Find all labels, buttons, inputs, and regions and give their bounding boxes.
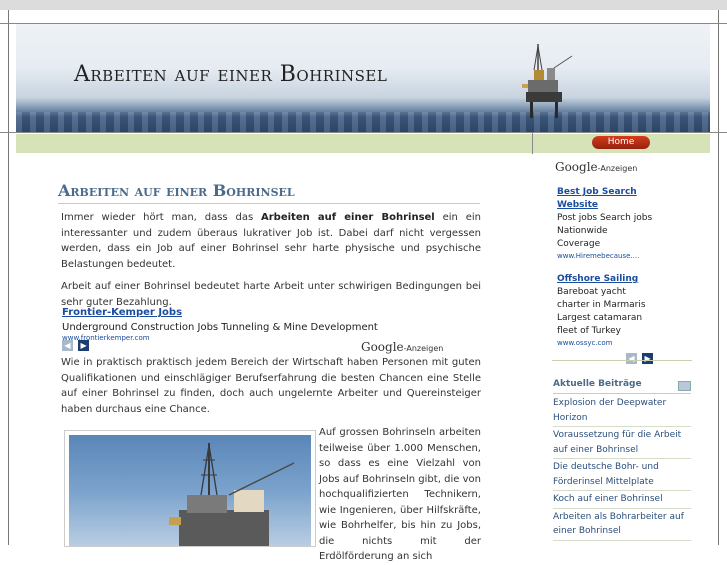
inline-google-ads-label[interactable]: Google-Anzeigen xyxy=(361,340,443,354)
main-content: Arbeiten auf einer Bohrinsel Immer wiede… xyxy=(58,177,482,310)
recent-post-link[interactable]: Arbeiten als Bohrarbeiter auf einer Bohr… xyxy=(553,509,691,541)
oil-rig-image xyxy=(522,44,573,118)
sidebar-ad-url[interactable]: www.Hiremebecause.... xyxy=(557,251,653,261)
title-rule xyxy=(58,203,480,204)
home-button[interactable]: Home xyxy=(592,136,650,149)
paragraph-qualifications: Wie in praktisch praktisch jedem Bereich… xyxy=(61,357,481,415)
site-title[interactable]: Arbeiten auf einer Bohrinsel xyxy=(74,62,387,87)
paragraph-qualifications-wrap: Wie in praktisch praktisch jedem Bereich… xyxy=(58,355,482,417)
sidebar-ad-description: Post jobs Search jobs Nationwide Coverag… xyxy=(557,213,653,249)
chevron-left-icon[interactable]: ◀ xyxy=(626,353,637,364)
inline-ad-title[interactable]: Frontier-Kemper Jobs xyxy=(62,307,480,318)
feed-icon[interactable] xyxy=(678,381,691,391)
recent-posts-list: Explosion der Deepwater Horizon Vorausse… xyxy=(553,395,691,541)
browser-frame-top xyxy=(0,0,727,10)
sidebar-ad-2: Offshore Sailing Bareboat yacht charter … xyxy=(557,273,653,348)
post-title[interactable]: Arbeiten auf einer Bohrinsel xyxy=(58,181,482,200)
site-header: Arbeiten auf einer Bohrinsel xyxy=(16,24,710,132)
sidebar-google-ads-label[interactable]: Google-Anzeigen xyxy=(555,160,705,174)
paragraph-pay: Arbeit auf einer Bohrinsel bedeutet hart… xyxy=(61,281,481,308)
chevron-left-icon[interactable]: ◀ xyxy=(62,340,73,351)
google-logo: Google xyxy=(361,340,404,354)
inline-ad-description: Underground Construction Jobs Tunneling … xyxy=(62,322,378,333)
header-bottom-rule xyxy=(0,132,727,133)
sidebar-divider xyxy=(552,360,692,361)
sidebar: Google-Anzeigen Best Job Search Website … xyxy=(552,160,702,372)
nav-bar: Home xyxy=(16,134,710,153)
page-border-right xyxy=(718,10,719,545)
sidebar-ad-description: Bareboat yacht charter in Marmaris Large… xyxy=(557,287,646,336)
chevron-right-icon[interactable]: ▶ xyxy=(642,353,654,364)
page-border-left xyxy=(8,10,9,545)
intro-bold-keyword: Arbeiten auf einer Bohrinsel xyxy=(261,212,435,223)
photo-sky xyxy=(69,435,311,546)
sea-texture xyxy=(16,112,710,132)
ads-suffix: -Anzeigen xyxy=(403,344,444,353)
oil-platform-photo xyxy=(64,430,316,547)
nav-divider xyxy=(532,132,533,154)
intro-text-start: Immer wieder hört man, dass das xyxy=(61,212,262,223)
google-logo: Google xyxy=(555,160,598,174)
recent-post-link[interactable]: Die deutsche Bohr- und Förderinsel Mitte… xyxy=(553,459,691,491)
sidebar-ad-url[interactable]: www.ossyc.com xyxy=(557,338,653,348)
sidebar-ad-title[interactable]: Offshore Sailing xyxy=(557,273,653,286)
sidebar-ad-title[interactable]: Best Job Search Website xyxy=(557,186,653,212)
paragraph-workforce: Auf grossen Bohrinseln arbeiten teilweis… xyxy=(319,427,481,562)
recent-post-link[interactable]: Koch auf einer Bohrinsel xyxy=(553,491,691,509)
header-top-rule xyxy=(0,23,727,24)
ads-suffix: -Anzeigen xyxy=(597,164,638,173)
recent-post-link[interactable]: Explosion der Deepwater Horizon xyxy=(553,395,691,427)
platform-drawing xyxy=(169,443,295,546)
recent-post-link[interactable]: Voraussetzung für die Arbeit auf einer B… xyxy=(553,427,691,459)
paragraph-intro: Immer wieder hört man, dass das Arbeiten… xyxy=(61,210,481,272)
recent-posts-title: Aktuelle Beiträge xyxy=(553,379,691,394)
sidebar-ad-nav: ◀ ▶ xyxy=(626,353,702,372)
sidebar-ad-1: Best Job Search Website Post jobs Search… xyxy=(557,186,653,261)
chevron-right-icon[interactable]: ▶ xyxy=(78,340,90,351)
